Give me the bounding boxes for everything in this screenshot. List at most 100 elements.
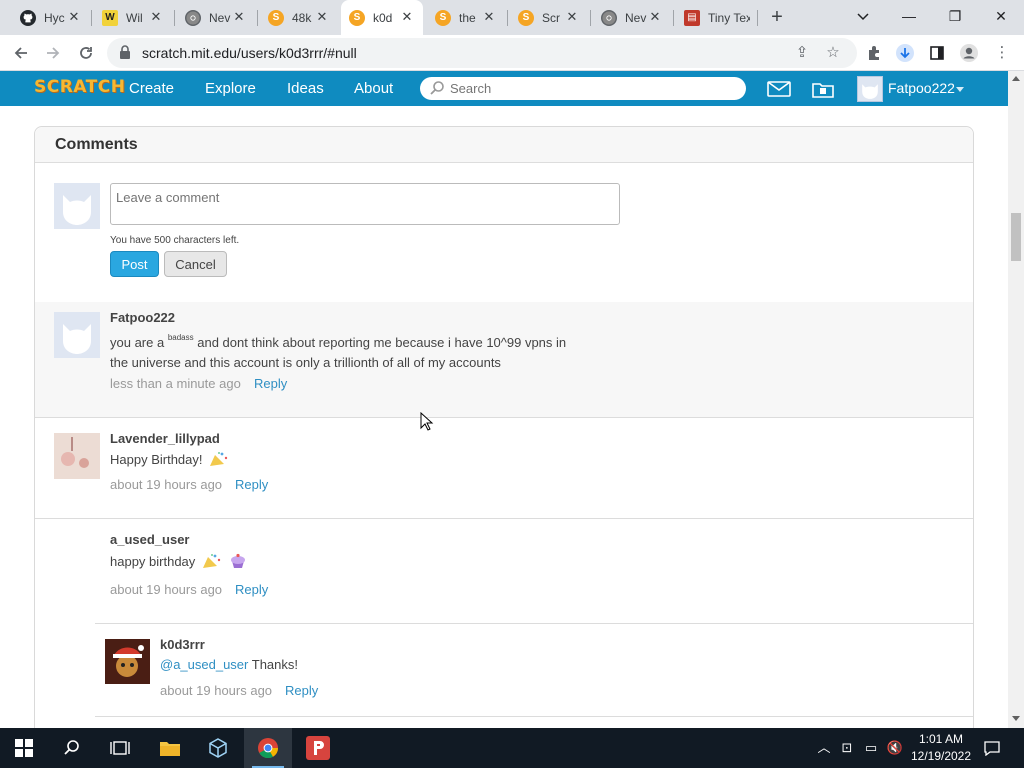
- comment-username[interactable]: k0d3rrr: [160, 637, 205, 652]
- windows-taskbar: ︿ ⊡ ▭ 🔇 1:01 AM 12/19/2022: [0, 728, 1024, 768]
- page-scrollbar[interactable]: [1008, 71, 1024, 728]
- tab-separator: [174, 10, 175, 26]
- network-icon[interactable]: ▭: [861, 738, 881, 758]
- close-icon[interactable]: ✕: [231, 9, 247, 25]
- close-icon[interactable]: ✕: [647, 9, 663, 25]
- close-icon[interactable]: ✕: [481, 9, 497, 25]
- back-button[interactable]: [8, 40, 34, 66]
- comment-username[interactable]: Fatpoo222: [110, 310, 175, 325]
- tab-1[interactable]: Hyc ✕: [12, 0, 90, 35]
- taskbar-clock[interactable]: 1:01 AM 12/19/2022: [906, 731, 976, 765]
- tray-app-icon[interactable]: ⊡: [837, 738, 857, 758]
- comment-textarea[interactable]: [110, 183, 620, 225]
- volume-muted-icon[interactable]: 🔇: [885, 738, 905, 758]
- menu-button[interactable]: ⋮: [990, 41, 1014, 65]
- new-tab-button[interactable]: +: [766, 6, 788, 28]
- messages-icon[interactable]: [767, 79, 791, 99]
- nav-create[interactable]: Create: [129, 80, 174, 97]
- reply-link[interactable]: Reply: [235, 582, 268, 597]
- download-button[interactable]: [893, 41, 917, 65]
- tab-4[interactable]: S 48k ✕: [260, 0, 338, 35]
- nav-ideas[interactable]: Ideas: [287, 80, 324, 97]
- close-icon[interactable]: ✕: [564, 9, 580, 25]
- tab-7[interactable]: S Scr ✕: [510, 0, 588, 35]
- tab-label: Nev: [625, 10, 647, 25]
- tab-label: Hyc: [44, 10, 65, 25]
- address-bar[interactable]: scratch.mit.edu/users/k0d3rrr/#null ⇪ ☆: [107, 38, 857, 68]
- tab-9[interactable]: ▤ Tiny Tex: [676, 0, 758, 35]
- clock-date: 12/19/2022: [910, 749, 972, 763]
- tab-2[interactable]: W Wil ✕: [94, 0, 172, 35]
- search-icon: [430, 81, 444, 95]
- comment-avatar[interactable]: [54, 312, 100, 358]
- bookmark-star-icon[interactable]: ☆: [823, 43, 843, 63]
- tab-separator: [757, 10, 758, 26]
- restore-button[interactable]: ❐: [932, 0, 978, 35]
- browser-toolbar: scratch.mit.edu/users/k0d3rrr/#null ⇪ ☆ …: [0, 35, 1024, 71]
- nav-user-avatar[interactable]: [857, 76, 883, 102]
- nav-username[interactable]: Fatpoo222: [888, 80, 955, 96]
- chrome-taskbar-button[interactable]: [244, 728, 292, 768]
- close-icon[interactable]: ✕: [148, 9, 164, 25]
- nav-explore[interactable]: Explore: [205, 80, 256, 97]
- post-button[interactable]: Post: [110, 251, 159, 277]
- reply-link[interactable]: Reply: [254, 376, 287, 391]
- mention-link[interactable]: @a_used_user: [160, 657, 248, 672]
- close-icon[interactable]: ✕: [66, 9, 82, 25]
- taskbar-search-button[interactable]: [48, 728, 96, 768]
- cancel-button[interactable]: Cancel: [164, 251, 227, 277]
- 3d-viewer-button[interactable]: [194, 728, 242, 768]
- search-input[interactable]: [450, 79, 730, 98]
- caret-down-icon[interactable]: [956, 87, 964, 92]
- tab-separator: [507, 10, 508, 26]
- tray-chevron-up-icon[interactable]: ︿: [814, 738, 834, 758]
- close-icon[interactable]: ✕: [399, 9, 415, 25]
- tab-8[interactable]: Nev ✕: [593, 0, 671, 35]
- forward-button[interactable]: [40, 40, 66, 66]
- task-view-button[interactable]: [96, 728, 144, 768]
- tab-search-button[interactable]: [840, 0, 886, 35]
- close-window-button[interactable]: ✕: [978, 0, 1024, 35]
- tab-separator: [257, 10, 258, 26]
- document-icon: ▤: [684, 9, 700, 26]
- app-p-button[interactable]: [294, 728, 342, 768]
- close-icon[interactable]: ✕: [314, 9, 330, 25]
- comment-avatar[interactable]: [105, 639, 150, 684]
- tab-6[interactable]: S the ✕: [427, 0, 505, 35]
- extensions-button[interactable]: [862, 41, 886, 65]
- cube-icon: [209, 738, 227, 758]
- profile-button[interactable]: [957, 41, 981, 65]
- share-icon[interactable]: ⇪: [792, 43, 812, 63]
- site-search[interactable]: [420, 77, 746, 100]
- composer-avatar[interactable]: [54, 183, 100, 229]
- scroll-up-arrow-icon[interactable]: [1012, 76, 1020, 81]
- arrow-left-icon: [14, 47, 27, 59]
- scrollbar-thumb[interactable]: [1011, 213, 1021, 261]
- tab-5-active[interactable]: S k0d ✕: [341, 0, 423, 35]
- reload-button[interactable]: [73, 40, 99, 66]
- reply-link[interactable]: Reply: [235, 477, 268, 492]
- side-panel-button[interactable]: [925, 41, 949, 65]
- comment-avatar[interactable]: [54, 433, 100, 479]
- file-explorer-button[interactable]: [146, 728, 194, 768]
- tab-3[interactable]: Nev ✕: [177, 0, 255, 35]
- scroll-down-arrow-icon[interactable]: [1012, 716, 1020, 721]
- comment-divider: [95, 716, 973, 717]
- reply-link[interactable]: Reply: [285, 683, 318, 698]
- comment-superscript: badass: [167, 333, 194, 342]
- comment-text: happy birthday: [110, 552, 247, 572]
- comment-username[interactable]: a_used_user: [110, 532, 190, 547]
- comment-divider: [35, 518, 973, 519]
- tab-label: 48k: [292, 10, 312, 25]
- minimize-button[interactable]: —: [886, 0, 932, 35]
- lock-icon: [120, 45, 130, 59]
- my-stuff-folder-icon[interactable]: [811, 79, 835, 99]
- notifications-icon[interactable]: [982, 738, 1002, 758]
- tab-label: Tiny Tex: [708, 10, 750, 25]
- party-popper-icon: [202, 554, 221, 568]
- scratch-logo[interactable]: SCRATCH: [34, 77, 125, 97]
- start-button[interactable]: [0, 728, 48, 768]
- nav-about[interactable]: About: [354, 80, 393, 97]
- url-text[interactable]: scratch.mit.edu/users/k0d3rrr/#null: [142, 45, 357, 61]
- comment-username[interactable]: Lavender_lillypad: [110, 431, 220, 446]
